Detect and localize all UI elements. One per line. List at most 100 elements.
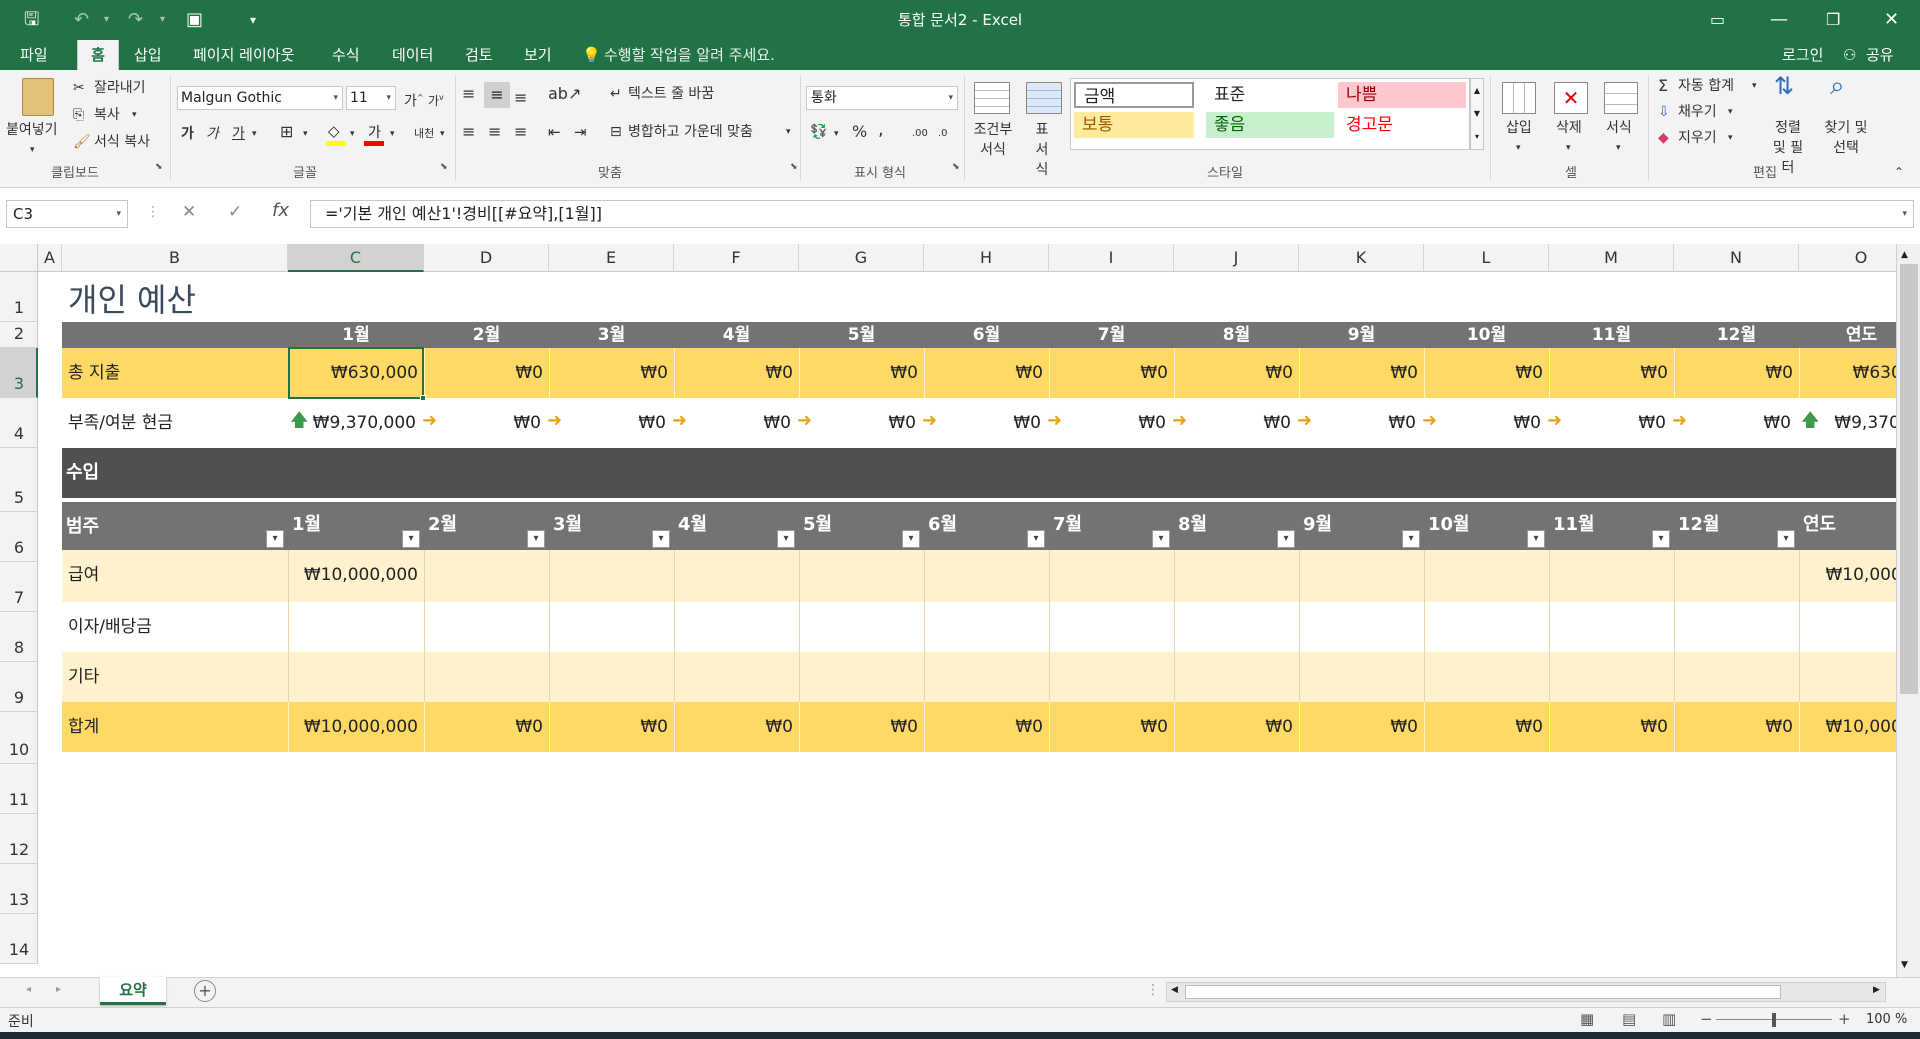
enter-icon[interactable]: ✓ [228, 202, 242, 222]
row-header-7[interactable]: 7 [0, 562, 38, 612]
cell-style-3[interactable]: 보통 [1074, 112, 1194, 138]
delete-dropdown-icon[interactable]: ▾ [1566, 138, 1571, 158]
cell-style-4[interactable]: 좋음 [1206, 112, 1334, 138]
copy-button[interactable]: 복사 [94, 105, 120, 125]
col-header-a[interactable]: A [38, 244, 62, 272]
insert-function-icon[interactable]: fx [272, 200, 289, 221]
filter-button-month-3[interactable]: ▾ [777, 530, 795, 548]
format-as-table-icon[interactable] [1026, 82, 1062, 114]
prev-sheet-icon[interactable]: ◂ [26, 984, 31, 995]
filter-button-month-0[interactable]: ▾ [402, 530, 420, 548]
insert-dropdown-icon[interactable]: ▾ [1516, 138, 1521, 158]
increase-decimal-button[interactable]: .00 [912, 124, 928, 144]
row-header-11[interactable]: 11 [0, 764, 38, 814]
col-header-f[interactable]: F [674, 244, 799, 272]
col-header-j[interactable]: J [1174, 244, 1299, 272]
active-cell-selection[interactable] [288, 347, 424, 399]
shrink-font-button[interactable]: 가v [428, 88, 444, 111]
align-right-icon[interactable]: ≡ [514, 122, 527, 142]
phonetic-button[interactable]: 내천 [414, 124, 434, 144]
customize-qat-icon[interactable]: ▾ [250, 6, 256, 34]
tab-data[interactable]: 데이터 [392, 40, 433, 70]
conditional-formatting-button[interactable]: 조건부 서식 [970, 120, 1016, 160]
wrap-text-button[interactable]: 텍스트 줄 바꿈 [628, 84, 714, 104]
clear-icon[interactable]: ◆ [1658, 128, 1669, 148]
merge-dropdown-icon[interactable]: ▾ [786, 122, 791, 142]
font-color-dropdown-icon[interactable]: ▾ [390, 124, 395, 144]
decrease-indent-icon[interactable]: ⇤ [548, 122, 561, 142]
underline-dropdown-icon[interactable]: ▾ [252, 124, 257, 144]
collapse-ribbon-icon[interactable]: ⌃ [1894, 162, 1904, 182]
horizontal-scrollbar[interactable]: ◀ ▶ [1166, 982, 1886, 1002]
delete-cells-icon[interactable]: ✕ [1554, 82, 1588, 114]
borders-dropdown-icon[interactable]: ▾ [303, 124, 308, 144]
minimize-icon[interactable]: — [1770, 6, 1788, 34]
col-header-d[interactable]: D [424, 244, 549, 272]
number-launcher-icon[interactable]: ⬊ [952, 162, 960, 172]
format-painter-button[interactable]: 서식 복사 [94, 132, 150, 152]
fill-dropdown-icon[interactable]: ▾ [1728, 102, 1733, 122]
styles-gallery-scroll[interactable]: ▲ ▼ ▾ [1470, 78, 1484, 150]
borders-icon[interactable]: ⊞ [280, 122, 293, 142]
sheet-tab-summary[interactable]: 요약 [100, 977, 166, 1005]
font-name-select[interactable]: Malgun Gothic ▾ [177, 86, 343, 110]
insert-cells-icon[interactable] [1502, 82, 1536, 114]
filter-button-month-5[interactable]: ▾ [1027, 530, 1045, 548]
align-bottom-icon[interactable]: ≡ [514, 88, 527, 108]
tab-file[interactable]: 파일 [20, 40, 48, 70]
row-header-3[interactable]: 3 [0, 348, 38, 398]
filter-button-month-2[interactable]: ▾ [652, 530, 670, 548]
autosum-icon[interactable]: Σ [1658, 76, 1668, 96]
row-header-1[interactable]: 1 [0, 272, 38, 322]
filter-button-month-7[interactable]: ▾ [1277, 530, 1295, 548]
name-box[interactable]: C3 ▾ [6, 200, 128, 228]
col-header-l[interactable]: L [1424, 244, 1549, 272]
copy-dropdown-icon[interactable]: ▾ [132, 105, 137, 125]
tab-insert[interactable]: 삽입 [134, 40, 162, 70]
format-as-table-button[interactable]: 표 서식 [1030, 120, 1054, 180]
zoom-level[interactable]: 100 % [1866, 1012, 1907, 1027]
cell-style-2[interactable]: 나쁨 [1338, 82, 1466, 108]
merge-center-button[interactable]: 병합하고 가운데 맞춤 [628, 122, 753, 142]
formula-input[interactable]: ='기본 개인 예산1'!경비[[#요약],[1월]] ▾ [310, 200, 1914, 228]
format-cells-button[interactable]: 서식 [1606, 118, 1632, 138]
conditional-formatting-icon[interactable] [974, 82, 1010, 114]
scroll-down-icon[interactable]: ▼ [1901, 960, 1908, 970]
italic-button[interactable]: 가 [206, 124, 219, 144]
filter-button-month-11[interactable]: ▾ [1777, 530, 1795, 548]
paste-dropdown-icon[interactable]: ▾ [30, 140, 35, 160]
save-icon[interactable]: 🖫 [24, 6, 39, 34]
filter-button-month-9[interactable]: ▾ [1527, 530, 1545, 548]
fill-icon[interactable]: ⇩ [1658, 102, 1670, 122]
cell-style-5[interactable]: 경고문 [1338, 112, 1466, 138]
underline-button[interactable]: 가 [232, 124, 245, 144]
horizontal-scroll-thumb[interactable] [1185, 985, 1781, 999]
col-header-b[interactable]: B [62, 244, 288, 272]
col-header-g[interactable]: G [799, 244, 924, 272]
filter-button-month-1[interactable]: ▾ [527, 530, 545, 548]
ribbon-display-icon[interactable]: ▭ [1710, 6, 1725, 34]
filter-button-month-8[interactable]: ▾ [1402, 530, 1420, 548]
bold-button[interactable]: 가 [181, 124, 194, 144]
tab-page-layout[interactable]: 페이지 레이아웃 [193, 40, 294, 70]
fill-handle[interactable] [420, 395, 426, 401]
tell-me-box[interactable]: 수행할 작업을 알려 주세요. [604, 40, 775, 70]
restore-icon[interactable]: ❐ [1826, 6, 1840, 34]
undo-dropdown-icon[interactable]: ▾ [104, 6, 109, 34]
col-header-n[interactable]: N [1674, 244, 1799, 272]
form-icon[interactable]: ▣ [186, 6, 203, 34]
row-header-10[interactable]: 10 [0, 712, 38, 764]
undo-icon[interactable]: ↶ [74, 6, 89, 34]
cell-style-1[interactable]: 표준 [1206, 82, 1334, 108]
row-header-9[interactable]: 9 [0, 662, 38, 712]
find-select-icon[interactable]: ⌕ [1830, 73, 1845, 99]
redo-icon[interactable]: ↷ [128, 6, 143, 34]
font-color-button[interactable]: 가 [364, 122, 386, 146]
share-button[interactable]: 공유 [1866, 40, 1894, 70]
accounting-dropdown-icon[interactable]: ▾ [834, 124, 839, 144]
tab-formulas[interactable]: 수식 [332, 40, 360, 70]
col-header-i[interactable]: I [1049, 244, 1174, 272]
col-header-m[interactable]: M [1549, 244, 1674, 272]
format-dropdown-icon[interactable]: ▾ [1616, 138, 1621, 158]
select-all-corner[interactable] [0, 244, 38, 272]
